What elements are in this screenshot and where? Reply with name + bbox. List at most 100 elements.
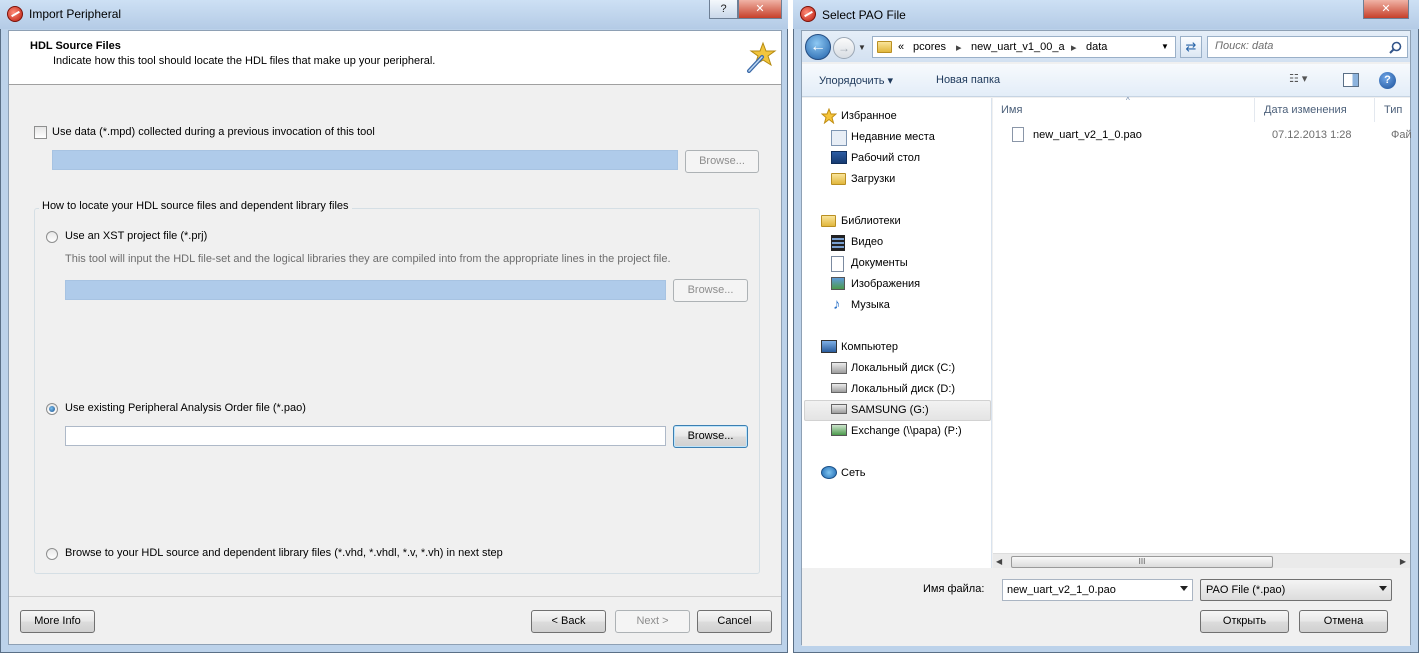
nav-downloads[interactable]: Загрузки [851, 169, 895, 190]
network-drive-icon [831, 424, 847, 436]
help-icon[interactable]: ? [1379, 72, 1396, 89]
nav-desktop[interactable]: Рабочий стол [851, 148, 920, 169]
title-bar[interactable]: Import Peripheral ? ✕ [0, 0, 788, 29]
file-type-select[interactable]: PAO File (*.pao) [1200, 579, 1392, 601]
help-icon[interactable]: ? [709, 0, 738, 19]
dialog-client: ← → ▼ « pcores ▸ new_uart_v1_00_a ▸ data… [801, 30, 1412, 646]
browse-hdl-label: Browse to your HDL source and dependent … [65, 547, 503, 559]
xst-label: Use an XST project file (*.prj) [65, 230, 208, 242]
wizard-client: HDL Source Files Indicate how this tool … [8, 30, 782, 645]
group-caption: How to locate your HDL source files and … [39, 200, 352, 212]
mpd-browse-button: Browse... [685, 150, 759, 173]
scroll-left-icon[interactable]: ◀ [996, 557, 1002, 566]
filter-dropdown-icon[interactable] [1379, 586, 1387, 591]
mpd-path-field [52, 150, 678, 170]
breadcrumb-overflow[interactable]: « [898, 41, 904, 53]
xst-radio[interactable] [46, 231, 58, 243]
wizard-header: HDL Source Files Indicate how this tool … [9, 31, 781, 85]
nav-music[interactable]: Музыка [851, 295, 890, 316]
dialog-bottom: Имя файла: new_uart_v2_1_0.pao PAO File … [802, 568, 1410, 646]
nav-drive-p[interactable]: Exchange (\\papa) (P:) [851, 421, 962, 442]
page-subtitle: Indicate how this tool should locate the… [53, 55, 436, 67]
filename-value: new_uart_v2_1_0.pao [1007, 584, 1116, 596]
nav-favorites[interactable]: Избранное [841, 106, 897, 127]
video-icon [831, 235, 845, 251]
wizard-wand-icon [747, 41, 777, 73]
breadcrumb-uart[interactable]: new_uart_v1_00_a [971, 41, 1065, 53]
view-options-icon[interactable]: ☷ ▾ [1289, 72, 1307, 85]
file-type: Фай [1391, 129, 1412, 141]
pao-radio[interactable] [46, 403, 58, 415]
search-input[interactable]: Поиск: data [1207, 36, 1408, 58]
back-arrow-icon[interactable]: ← [805, 34, 831, 60]
use-data-label: Use data (*.mpd) collected during a prev… [52, 126, 375, 138]
dialog-title: Select PAO File [822, 8, 906, 22]
filename-dropdown-icon[interactable] [1180, 586, 1188, 591]
filter-value: PAO File (*.pao) [1206, 584, 1286, 596]
close-icon[interactable]: ✕ [1363, 0, 1409, 19]
filename-input[interactable]: new_uart_v2_1_0.pao [1002, 579, 1193, 601]
navigation-bar: ← → ▼ « pcores ▸ new_uart_v1_00_a ▸ data… [802, 31, 1410, 62]
breadcrumb-sep: ▸ [956, 42, 962, 54]
network-icon [821, 466, 837, 479]
drive-g-icon [831, 404, 847, 414]
sort-arrow-icon: ^ [1126, 96, 1130, 105]
scroll-right-icon[interactable]: ▶ [1400, 557, 1406, 566]
column-name[interactable]: Имя [993, 98, 1255, 122]
dialog-title-bar[interactable]: Select PAO File ✕ [793, 0, 1419, 29]
back-button[interactable]: < Back [531, 610, 606, 633]
drive-d-icon [831, 383, 847, 393]
address-bar[interactable]: « pcores ▸ new_uart_v1_00_a ▸ data ▼ [872, 36, 1176, 58]
pao-path-field[interactable] [65, 426, 666, 446]
file-name: new_uart_v2_1_0.pao [1033, 129, 1142, 141]
preview-pane-icon[interactable] [1343, 73, 1359, 87]
organize-menu[interactable]: Упорядочить ▾ [819, 74, 893, 87]
column-date[interactable]: Дата изменения [1256, 98, 1375, 122]
breadcrumb-pcores[interactable]: pcores [913, 41, 946, 53]
nav-video[interactable]: Видео [851, 232, 883, 253]
nav-drive-c[interactable]: Локальный диск (C:) [851, 358, 955, 379]
nav-computer[interactable]: Компьютер [841, 337, 898, 358]
nav-drive-d[interactable]: Локальный диск (D:) [851, 379, 955, 400]
use-data-checkbox[interactable] [34, 126, 47, 139]
address-dropdown-icon[interactable]: ▼ [1161, 42, 1169, 51]
nav-libraries[interactable]: Библиотеки [841, 211, 901, 232]
scroll-thumb[interactable]: III [1011, 556, 1273, 568]
forward-arrow-icon: → [833, 37, 855, 59]
page-title: HDL Source Files [30, 40, 121, 52]
column-type[interactable]: Тип [1376, 98, 1410, 122]
import-peripheral-window: Import Peripheral ? ✕ HDL Source Files I… [0, 0, 788, 653]
nav-network[interactable]: Сеть [841, 463, 865, 484]
history-dropdown-icon[interactable]: ▼ [858, 43, 866, 52]
app-icon [800, 6, 816, 22]
nav-documents[interactable]: Документы [851, 253, 908, 274]
next-button: Next > [615, 610, 690, 633]
browse-hdl-radio[interactable] [46, 548, 58, 560]
cancel-button[interactable]: Cancel [697, 610, 772, 633]
desktop-icon [831, 151, 847, 164]
pao-browse-button[interactable]: Browse... [673, 425, 748, 448]
scroll-grip: III [1138, 557, 1146, 566]
search-icon [1389, 41, 1402, 54]
refresh-icon[interactable]: ⇄ [1180, 36, 1202, 58]
star-icon [821, 108, 837, 124]
pao-label: Use existing Peripheral Analysis Order f… [65, 402, 306, 414]
breadcrumb-data[interactable]: data [1086, 41, 1107, 53]
new-folder-button[interactable]: Новая папка [936, 74, 1000, 86]
folder-icon [877, 41, 892, 53]
prj-path-field [65, 280, 666, 300]
footer-separator [9, 596, 781, 597]
nav-drive-g[interactable]: SAMSUNG (G:) [851, 400, 929, 421]
more-info-button[interactable]: More Info [20, 610, 95, 633]
open-button[interactable]: Открыть [1200, 610, 1289, 633]
close-icon[interactable]: ✕ [738, 0, 782, 19]
nav-pictures[interactable]: Изображения [851, 274, 920, 295]
file-row[interactable]: new_uart_v2_1_0.pao 07.12.2013 1:28 Фай [1008, 125, 1412, 146]
computer-icon [821, 340, 837, 353]
dialog-cancel-button[interactable]: Отмена [1299, 610, 1388, 633]
libraries-icon [821, 215, 836, 227]
organize-label: Упорядочить [819, 75, 885, 87]
downloads-icon [831, 173, 846, 185]
app-icon [7, 6, 23, 22]
nav-recent[interactable]: Недавние места [851, 127, 935, 148]
